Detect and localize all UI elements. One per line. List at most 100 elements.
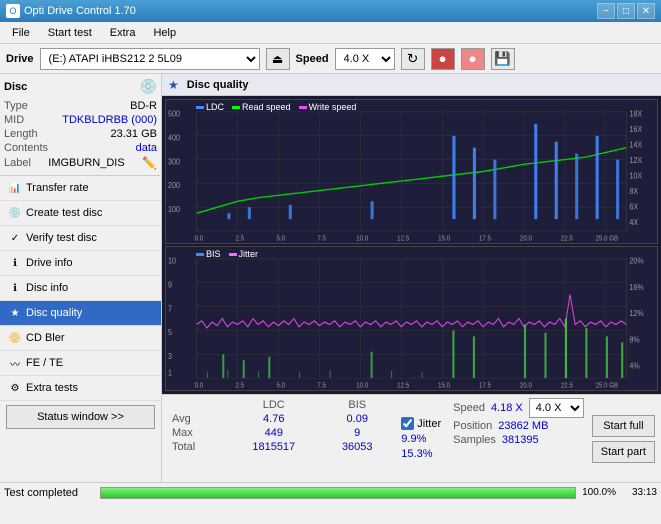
max-bis: 9 xyxy=(321,426,393,440)
svg-text:12X: 12X xyxy=(629,156,642,166)
disc-mid-value: TDKBLDRBB (000) xyxy=(62,114,157,126)
svg-text:16X: 16X xyxy=(629,125,642,135)
total-bis: 36053 xyxy=(321,440,393,454)
sidebar-item-fe-te[interactable]: 〰 FE / TE xyxy=(0,351,161,376)
svg-text:25.0 GB: 25.0 GB xyxy=(596,235,619,243)
total-ldc: 1815517 xyxy=(226,440,321,454)
nav-label-extra-tests: Extra tests xyxy=(26,382,78,394)
ldc-bis-table: LDC BIS Avg 4.76 0.09 Max 449 xyxy=(168,398,393,479)
create-disc-icon: 💿 xyxy=(8,206,22,220)
position-val: 23862 MB xyxy=(498,420,548,432)
svg-text:20%: 20% xyxy=(629,256,643,266)
bottom-chart-legend: BIS Jitter xyxy=(196,249,258,259)
cd-bler-icon: 📀 xyxy=(8,331,22,345)
svg-text:18X: 18X xyxy=(629,109,642,119)
disc-refresh-icon[interactable]: 💿 xyxy=(140,78,157,95)
disc-mid-label: MID xyxy=(4,114,24,126)
disc-button2[interactable]: ● xyxy=(461,48,485,70)
svg-text:12.5: 12.5 xyxy=(397,382,409,390)
drive-bar: Drive (E:) ATAPI iHBS212 2 5L09 ⏏ Speed … xyxy=(0,44,661,74)
nav-label-drive-info: Drive info xyxy=(26,257,72,269)
svg-text:8%: 8% xyxy=(629,335,639,345)
top-chart-legend: LDC Read speed Write speed xyxy=(196,102,356,112)
main-layout: Disc 💿 Type BD-R MID TDKBLDRBB (000) Len… xyxy=(0,74,661,482)
drive-label: Drive xyxy=(6,53,34,65)
svg-text:7.5: 7.5 xyxy=(317,382,326,390)
app-title: Opti Drive Control 1.70 xyxy=(24,5,136,17)
nav-label-disc-info: Disc info xyxy=(26,282,68,294)
disc-type-value: BD-R xyxy=(130,100,157,112)
sidebar-item-disc-info[interactable]: ℹ Disc info xyxy=(0,276,161,301)
sidebar-item-extra-tests[interactable]: ⚙ Extra tests xyxy=(0,376,161,401)
svg-text:0.0: 0.0 xyxy=(195,235,204,243)
jitter-section: Jitter 9.9% 15.3% xyxy=(397,398,445,479)
svg-text:20.0: 20.0 xyxy=(520,235,532,243)
speed-label: Speed xyxy=(296,53,329,65)
svg-text:1: 1 xyxy=(168,368,172,378)
sidebar-item-cd-bler[interactable]: 📀 CD Bler xyxy=(0,326,161,351)
avg-bis: 0.09 xyxy=(321,412,393,426)
jitter-avg-value: 9.9% xyxy=(401,433,441,445)
col-ldc: LDC xyxy=(226,398,321,412)
speed-select[interactable]: 4.0 X xyxy=(335,48,395,70)
jitter-max-value: 15.3% xyxy=(401,448,441,460)
legend-jitter: Jitter xyxy=(239,249,259,259)
save-button[interactable]: 💾 xyxy=(491,48,515,70)
start-full-button[interactable]: Start full xyxy=(592,415,655,437)
minimize-button[interactable]: − xyxy=(597,3,615,19)
drive-select[interactable]: (E:) ATAPI iHBS212 2 5L09 xyxy=(40,48,260,70)
svg-text:2.5: 2.5 xyxy=(236,382,245,390)
progress-bar-container xyxy=(100,487,576,499)
disc-label-icon[interactable]: ✏️ xyxy=(142,156,157,170)
progress-bar-fill xyxy=(101,488,575,498)
nav-label-transfer-rate: Transfer rate xyxy=(26,182,89,194)
maximize-button[interactable]: □ xyxy=(617,3,635,19)
eject-button[interactable]: ⏏ xyxy=(266,48,290,70)
chart-title: Disc quality xyxy=(187,79,249,91)
svg-text:7: 7 xyxy=(168,304,172,314)
sidebar-item-transfer-rate[interactable]: 📊 Transfer rate xyxy=(0,176,161,201)
svg-text:0.0: 0.0 xyxy=(195,382,204,390)
sidebar-item-drive-info[interactable]: ℹ Drive info xyxy=(0,251,161,276)
svg-text:10X: 10X xyxy=(629,171,642,181)
menu-help[interactable]: Help xyxy=(145,25,184,41)
svg-text:300: 300 xyxy=(168,157,181,167)
label-avg: Avg xyxy=(168,412,226,426)
menu-extra[interactable]: Extra xyxy=(102,25,144,41)
speed-val: 4.18 X xyxy=(491,402,523,414)
svg-text:5.0: 5.0 xyxy=(276,382,285,390)
sidebar-item-create-test-disc[interactable]: 💿 Create test disc xyxy=(0,201,161,226)
sidebar-item-disc-quality[interactable]: ★ Disc quality xyxy=(0,301,161,326)
nav-label-create-disc: Create test disc xyxy=(26,207,102,219)
sidebar-item-verify-test-disc[interactable]: ✓ Verify test disc xyxy=(0,226,161,251)
svg-text:400: 400 xyxy=(168,133,181,143)
disc-contents-value: data xyxy=(136,142,157,154)
menu-start-test[interactable]: Start test xyxy=(40,25,100,41)
svg-text:12.5: 12.5 xyxy=(397,235,409,243)
svg-text:17.5: 17.5 xyxy=(479,235,491,243)
extra-tests-icon: ⚙ xyxy=(8,381,22,395)
app-icon: O xyxy=(6,4,20,18)
jitter-checkbox[interactable] xyxy=(401,417,414,430)
svg-text:22.5: 22.5 xyxy=(561,382,573,390)
svg-text:3: 3 xyxy=(168,352,172,362)
speed-select2[interactable]: 4.0 X xyxy=(529,398,584,418)
disc-section: Disc 💿 Type BD-R MID TDKBLDRBB (000) Len… xyxy=(0,74,161,176)
svg-text:8X: 8X xyxy=(629,187,639,197)
col-empty xyxy=(168,398,226,412)
refresh-button[interactable]: ↻ xyxy=(401,48,425,70)
progress-percent: 100.0% xyxy=(582,487,616,498)
nav-label-fe-te: FE / TE xyxy=(26,357,63,369)
charts-area: LDC Read speed Write speed xyxy=(162,96,661,394)
start-part-button[interactable]: Start part xyxy=(592,441,655,463)
right-panel: ★ Disc quality LDC Read speed xyxy=(162,74,661,482)
close-button[interactable]: ✕ xyxy=(637,3,655,19)
disc-button1[interactable]: ● xyxy=(431,48,455,70)
svg-text:200: 200 xyxy=(168,181,181,191)
disc-label-label: Label xyxy=(4,157,31,169)
nav-label-verify-disc: Verify test disc xyxy=(26,232,97,244)
top-chart-svg: 500 400 300 200 100 18X 16X 14X 12X 10X … xyxy=(166,100,657,243)
menu-file[interactable]: File xyxy=(4,25,38,41)
status-window-button[interactable]: Status window >> xyxy=(6,405,155,429)
svg-text:5.0: 5.0 xyxy=(276,235,285,243)
